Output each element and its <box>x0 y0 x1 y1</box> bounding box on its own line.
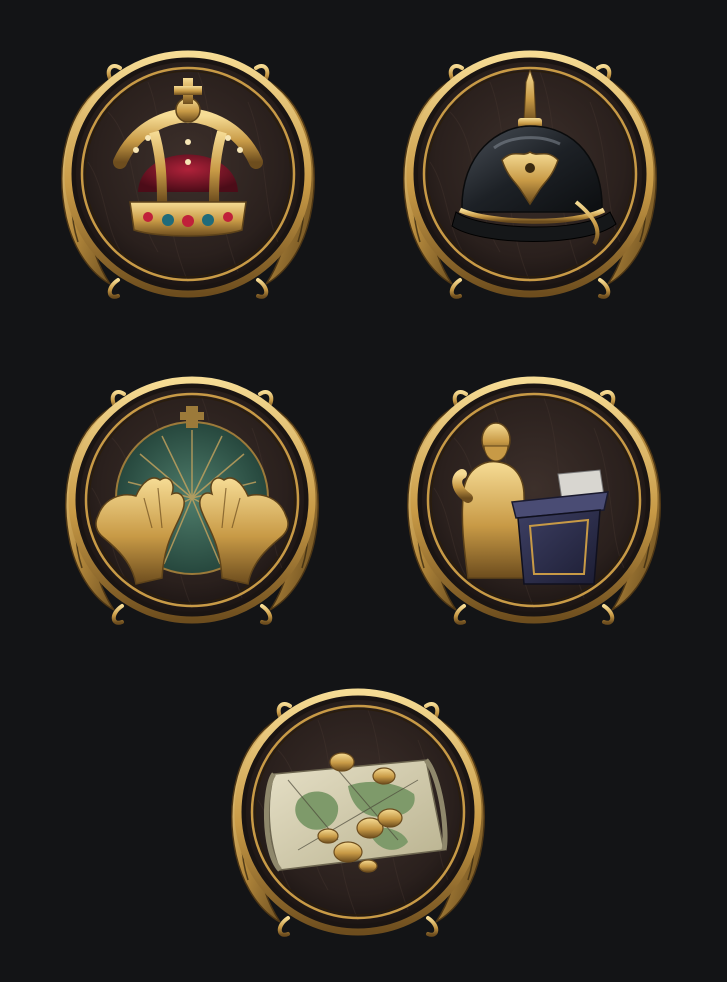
badge-oratory[interactable] <box>394 378 674 628</box>
badge-monarchy[interactable] <box>48 52 328 302</box>
badge-trade[interactable] <box>218 690 498 940</box>
badge-militarism[interactable] <box>390 52 670 302</box>
badge-faith[interactable] <box>52 378 332 628</box>
